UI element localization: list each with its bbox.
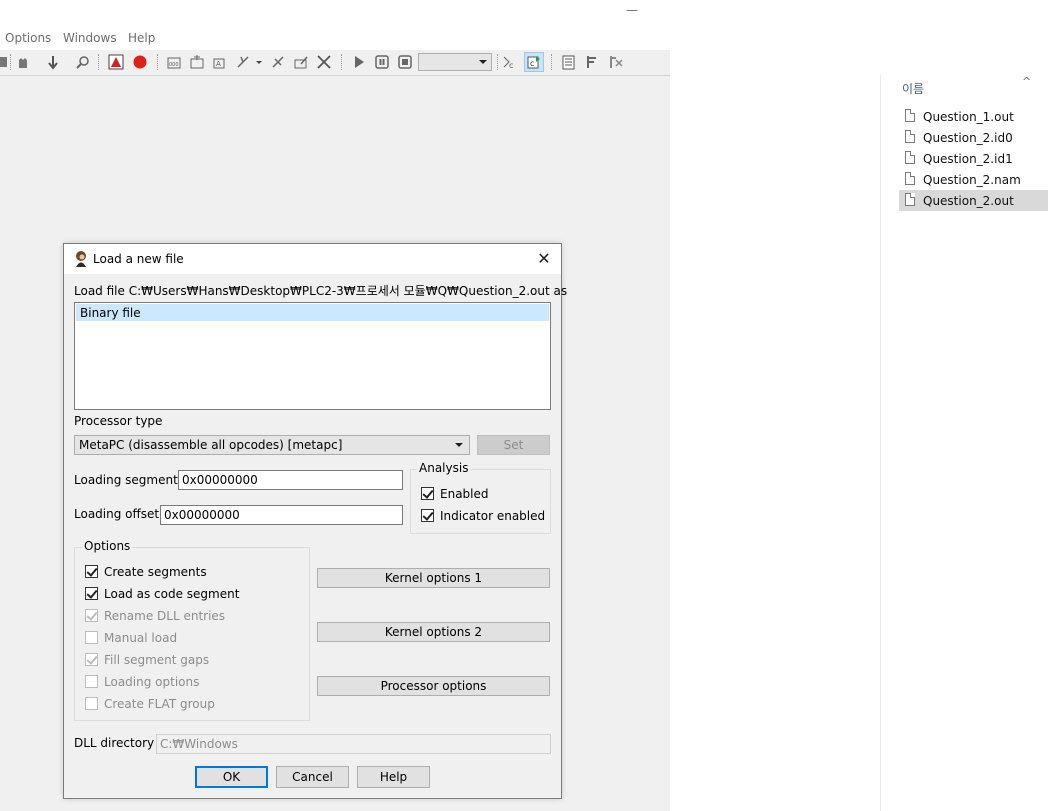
file-item-selected[interactable]: Question_2.out bbox=[899, 190, 1048, 211]
file-icon bbox=[905, 193, 915, 206]
create-segments-checkbox[interactable]: Create segments bbox=[85, 564, 285, 580]
load-file-path-label: Load file C:₩Users₩Hans₩Desktop₩PLC2-3₩프… bbox=[74, 284, 568, 298]
alert-icon[interactable] bbox=[107, 53, 125, 71]
processor-type-select[interactable]: MetaPC (disassemble all opcodes) [metapc… bbox=[74, 435, 470, 455]
kernel-options-2-button[interactable]: Kernel options 2 bbox=[317, 622, 550, 642]
file-item[interactable]: Question_2.nam bbox=[899, 169, 1048, 190]
menu-windows[interactable]: Windows bbox=[63, 31, 117, 45]
dll-directory-input: C:₩Windows bbox=[156, 734, 551, 754]
stop-icon[interactable] bbox=[396, 53, 414, 71]
file-explorer: 이름 ^ Question_1.out Question_2.id0 Quest… bbox=[880, 75, 1048, 811]
svg-text:000: 000 bbox=[169, 62, 179, 68]
title-bar bbox=[0, 0, 670, 28]
analysis-title: Analysis bbox=[417, 461, 471, 475]
menu-options[interactable]: Options bbox=[5, 31, 51, 45]
toolbar: 000 A c c bbox=[0, 50, 670, 76]
options-title: Options bbox=[82, 539, 133, 553]
load-as-code-segment-checkbox[interactable]: Load as code segment bbox=[85, 586, 285, 602]
close-x-icon[interactable] bbox=[315, 53, 333, 71]
chevron-down-icon bbox=[455, 443, 463, 447]
module-icon[interactable]: c bbox=[501, 53, 519, 71]
dialog-title-bar: Load a new file ✕ bbox=[64, 244, 561, 274]
file-item[interactable]: Question_2.id1 bbox=[899, 148, 1048, 169]
svg-text:c: c bbox=[530, 59, 534, 68]
file-item[interactable]: Question_1.out bbox=[899, 106, 1048, 127]
rename-dll-entries-checkbox: Rename DLL entries bbox=[85, 608, 285, 624]
search-icon[interactable] bbox=[74, 53, 92, 71]
file-item[interactable]: Question_2.id0 bbox=[899, 127, 1048, 148]
script-icon[interactable]: c bbox=[524, 52, 544, 72]
dialog-title: Load a new file bbox=[93, 252, 184, 266]
dll-directory-label: DLL directory bbox=[74, 736, 155, 750]
processor-type-label: Processor type bbox=[74, 414, 163, 428]
file-type-list[interactable]: Binary file bbox=[74, 302, 551, 410]
file-icon bbox=[905, 130, 915, 143]
menu-bar: Options Windows Help bbox=[0, 28, 670, 50]
analysis-enabled-checkbox[interactable]: Enabled bbox=[421, 486, 541, 502]
detach-icon[interactable] bbox=[583, 53, 601, 71]
manual-load-checkbox: Manual load bbox=[85, 630, 285, 646]
play-icon[interactable] bbox=[350, 53, 368, 71]
plugin-icon[interactable] bbox=[269, 53, 287, 71]
minimize-button[interactable]: — bbox=[626, 4, 638, 16]
terminate-icon[interactable] bbox=[606, 53, 624, 71]
kernel-options-1-button[interactable]: Kernel options 1 bbox=[317, 568, 550, 588]
attach-icon[interactable] bbox=[560, 53, 578, 71]
ok-button[interactable]: OK bbox=[195, 766, 268, 788]
help-button[interactable]: Help bbox=[357, 766, 430, 788]
processor-options-button[interactable]: Processor options bbox=[317, 676, 550, 696]
code-icon[interactable]: 000 bbox=[165, 53, 183, 71]
load-file-dialog: Load a new file ✕ Load file C:₩Users₩Han… bbox=[63, 243, 567, 799]
align-icon[interactable]: A bbox=[211, 53, 229, 71]
list-item-binary-file[interactable]: Binary file bbox=[76, 304, 549, 321]
arrow-down-icon[interactable] bbox=[44, 53, 62, 71]
menu-help[interactable]: Help bbox=[128, 31, 155, 45]
loading-offset-label: Loading offset bbox=[74, 507, 160, 521]
dropdown-icon[interactable] bbox=[254, 53, 264, 71]
create-flat-group-checkbox: Create FLAT group bbox=[85, 696, 285, 712]
loading-offset-input[interactable]: 0x00000000 bbox=[160, 505, 403, 525]
column-header-name[interactable]: 이름 bbox=[902, 80, 924, 97]
debugger-select[interactable] bbox=[418, 53, 492, 71]
loading-options-checkbox: Loading options bbox=[85, 674, 285, 690]
ida-logo-icon bbox=[72, 250, 90, 268]
fill-segment-gaps-checkbox: Fill segment gaps bbox=[85, 652, 285, 668]
svg-text:c: c bbox=[509, 61, 513, 70]
file-icon bbox=[905, 109, 915, 122]
record-icon[interactable] bbox=[131, 53, 149, 71]
sort-icon[interactable]: ^ bbox=[1022, 75, 1031, 88]
set-button[interactable]: Set bbox=[477, 435, 550, 455]
cancel-button[interactable]: Cancel bbox=[276, 766, 349, 788]
loading-segment-input[interactable]: 0x00000000 bbox=[178, 470, 403, 490]
pause-icon[interactable] bbox=[373, 53, 391, 71]
hand-icon[interactable] bbox=[14, 53, 32, 71]
loading-segment-label: Loading segment bbox=[74, 473, 178, 487]
data-icon[interactable] bbox=[188, 53, 206, 71]
file-icon bbox=[905, 172, 915, 185]
file-icon bbox=[905, 151, 915, 164]
indicator-enabled-checkbox[interactable]: Indicator enabled bbox=[421, 508, 546, 524]
edit-icon[interactable] bbox=[292, 53, 310, 71]
structure-icon[interactable] bbox=[234, 53, 252, 71]
close-icon[interactable]: ✕ bbox=[534, 249, 554, 269]
svg-text:A: A bbox=[216, 60, 221, 68]
